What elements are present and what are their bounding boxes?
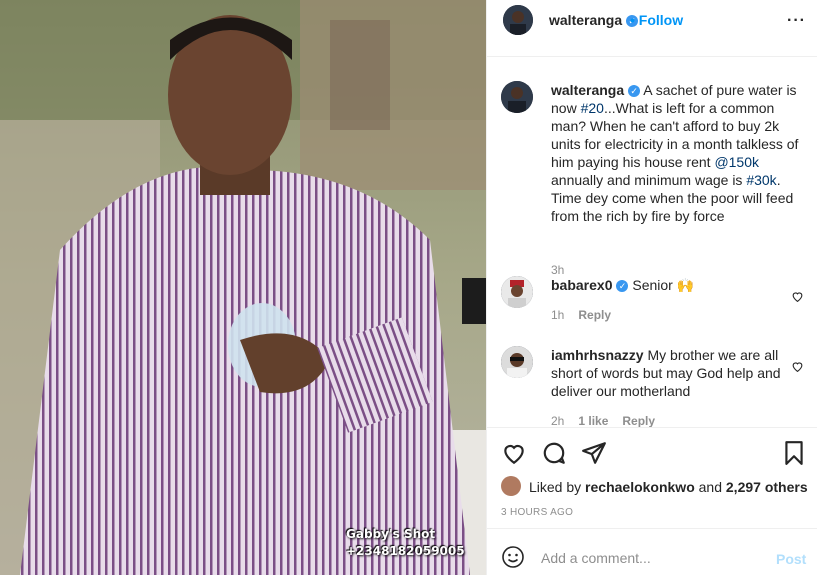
add-comment-input[interactable] xyxy=(539,542,763,574)
author-avatar[interactable] xyxy=(503,5,533,35)
post-actions-bar xyxy=(487,427,817,473)
author-username[interactable]: walteranga ✓ xyxy=(549,12,639,28)
comment-age[interactable]: 1h xyxy=(551,308,564,322)
hashtag-link[interactable]: #30k xyxy=(746,172,776,188)
likes-summary: Liked by rechaelokonkwo and 2,297 others xyxy=(501,476,817,500)
reply-button[interactable]: Reply xyxy=(622,414,655,427)
comment-icon[interactable] xyxy=(541,440,567,466)
caption-username[interactable]: walteranga xyxy=(551,82,624,98)
post-comment-button[interactable]: Post xyxy=(776,551,806,567)
emoji-icon[interactable] xyxy=(501,545,525,569)
like-heart-icon[interactable] xyxy=(501,440,527,466)
photo-watermark: Gabby's Shot +2348182059005 xyxy=(346,526,465,560)
caption-meta: 3h xyxy=(551,263,578,277)
comment-age[interactable]: 2h xyxy=(551,414,564,427)
share-icon[interactable] xyxy=(581,440,607,466)
comment-username[interactable]: babarex0 xyxy=(551,277,612,293)
follow-button[interactable]: • Follow xyxy=(630,12,683,28)
verified-badge-icon: ✓ xyxy=(628,85,641,98)
verified-badge-icon: ✓ xyxy=(616,280,629,293)
caption-avatar[interactable] xyxy=(501,81,533,113)
like-comment-heart-icon[interactable] xyxy=(791,360,804,373)
add-comment-bar: Post xyxy=(487,528,817,576)
comment-text: babarex0 ✓ Senior 🙌 xyxy=(551,277,695,293)
reply-button[interactable]: Reply xyxy=(578,308,611,322)
post-timestamp[interactable]: 3 HOURS AGO xyxy=(501,507,573,518)
liker-username[interactable]: rechaelokonkwo xyxy=(585,479,695,495)
photo-illustration xyxy=(0,0,486,575)
post-header: walteranga ✓ • Follow ··· xyxy=(487,0,817,57)
comment-username[interactable]: iamhrhsnazzy xyxy=(551,347,644,363)
post-photo[interactable]: Gabby's Shot +2348182059005 xyxy=(0,0,486,575)
comment-meta: 1h Reply xyxy=(551,308,625,322)
hashtag-link[interactable]: #20 xyxy=(581,100,604,116)
comments-list: walteranga ✓ A sachet of pure water is no… xyxy=(487,57,817,427)
follow-label[interactable]: Follow xyxy=(639,12,683,28)
likes-text: Liked by rechaelokonkwo and 2,297 others xyxy=(529,479,808,495)
more-options-icon[interactable]: ··· xyxy=(787,12,806,30)
post-details-panel: walteranga ✓ • Follow ··· walteranga ✓ A s… xyxy=(486,0,817,575)
comment-likes[interactable]: 1 like xyxy=(578,414,608,427)
likes-count[interactable]: 2,297 others xyxy=(726,479,808,495)
author-username-text[interactable]: walteranga xyxy=(549,12,622,28)
comment-avatar[interactable] xyxy=(501,276,533,308)
comment-meta: 2h 1 like Reply xyxy=(551,414,669,427)
liker-avatar[interactable] xyxy=(501,476,521,496)
bookmark-icon[interactable] xyxy=(781,440,807,466)
caption-age[interactable]: 3h xyxy=(551,263,564,277)
watermark-name: Gabby's Shot xyxy=(346,527,436,541)
caption-text: walteranga ✓ A sachet of pure water is no… xyxy=(551,82,799,224)
comment-text: iamhrhsnazzy My brother we are all short… xyxy=(551,347,781,399)
watermark-phone: +2348182059005 xyxy=(346,544,465,558)
mention-link[interactable]: @150k xyxy=(714,154,759,170)
comment-avatar[interactable] xyxy=(501,346,533,378)
like-comment-heart-icon[interactable] xyxy=(791,290,804,303)
